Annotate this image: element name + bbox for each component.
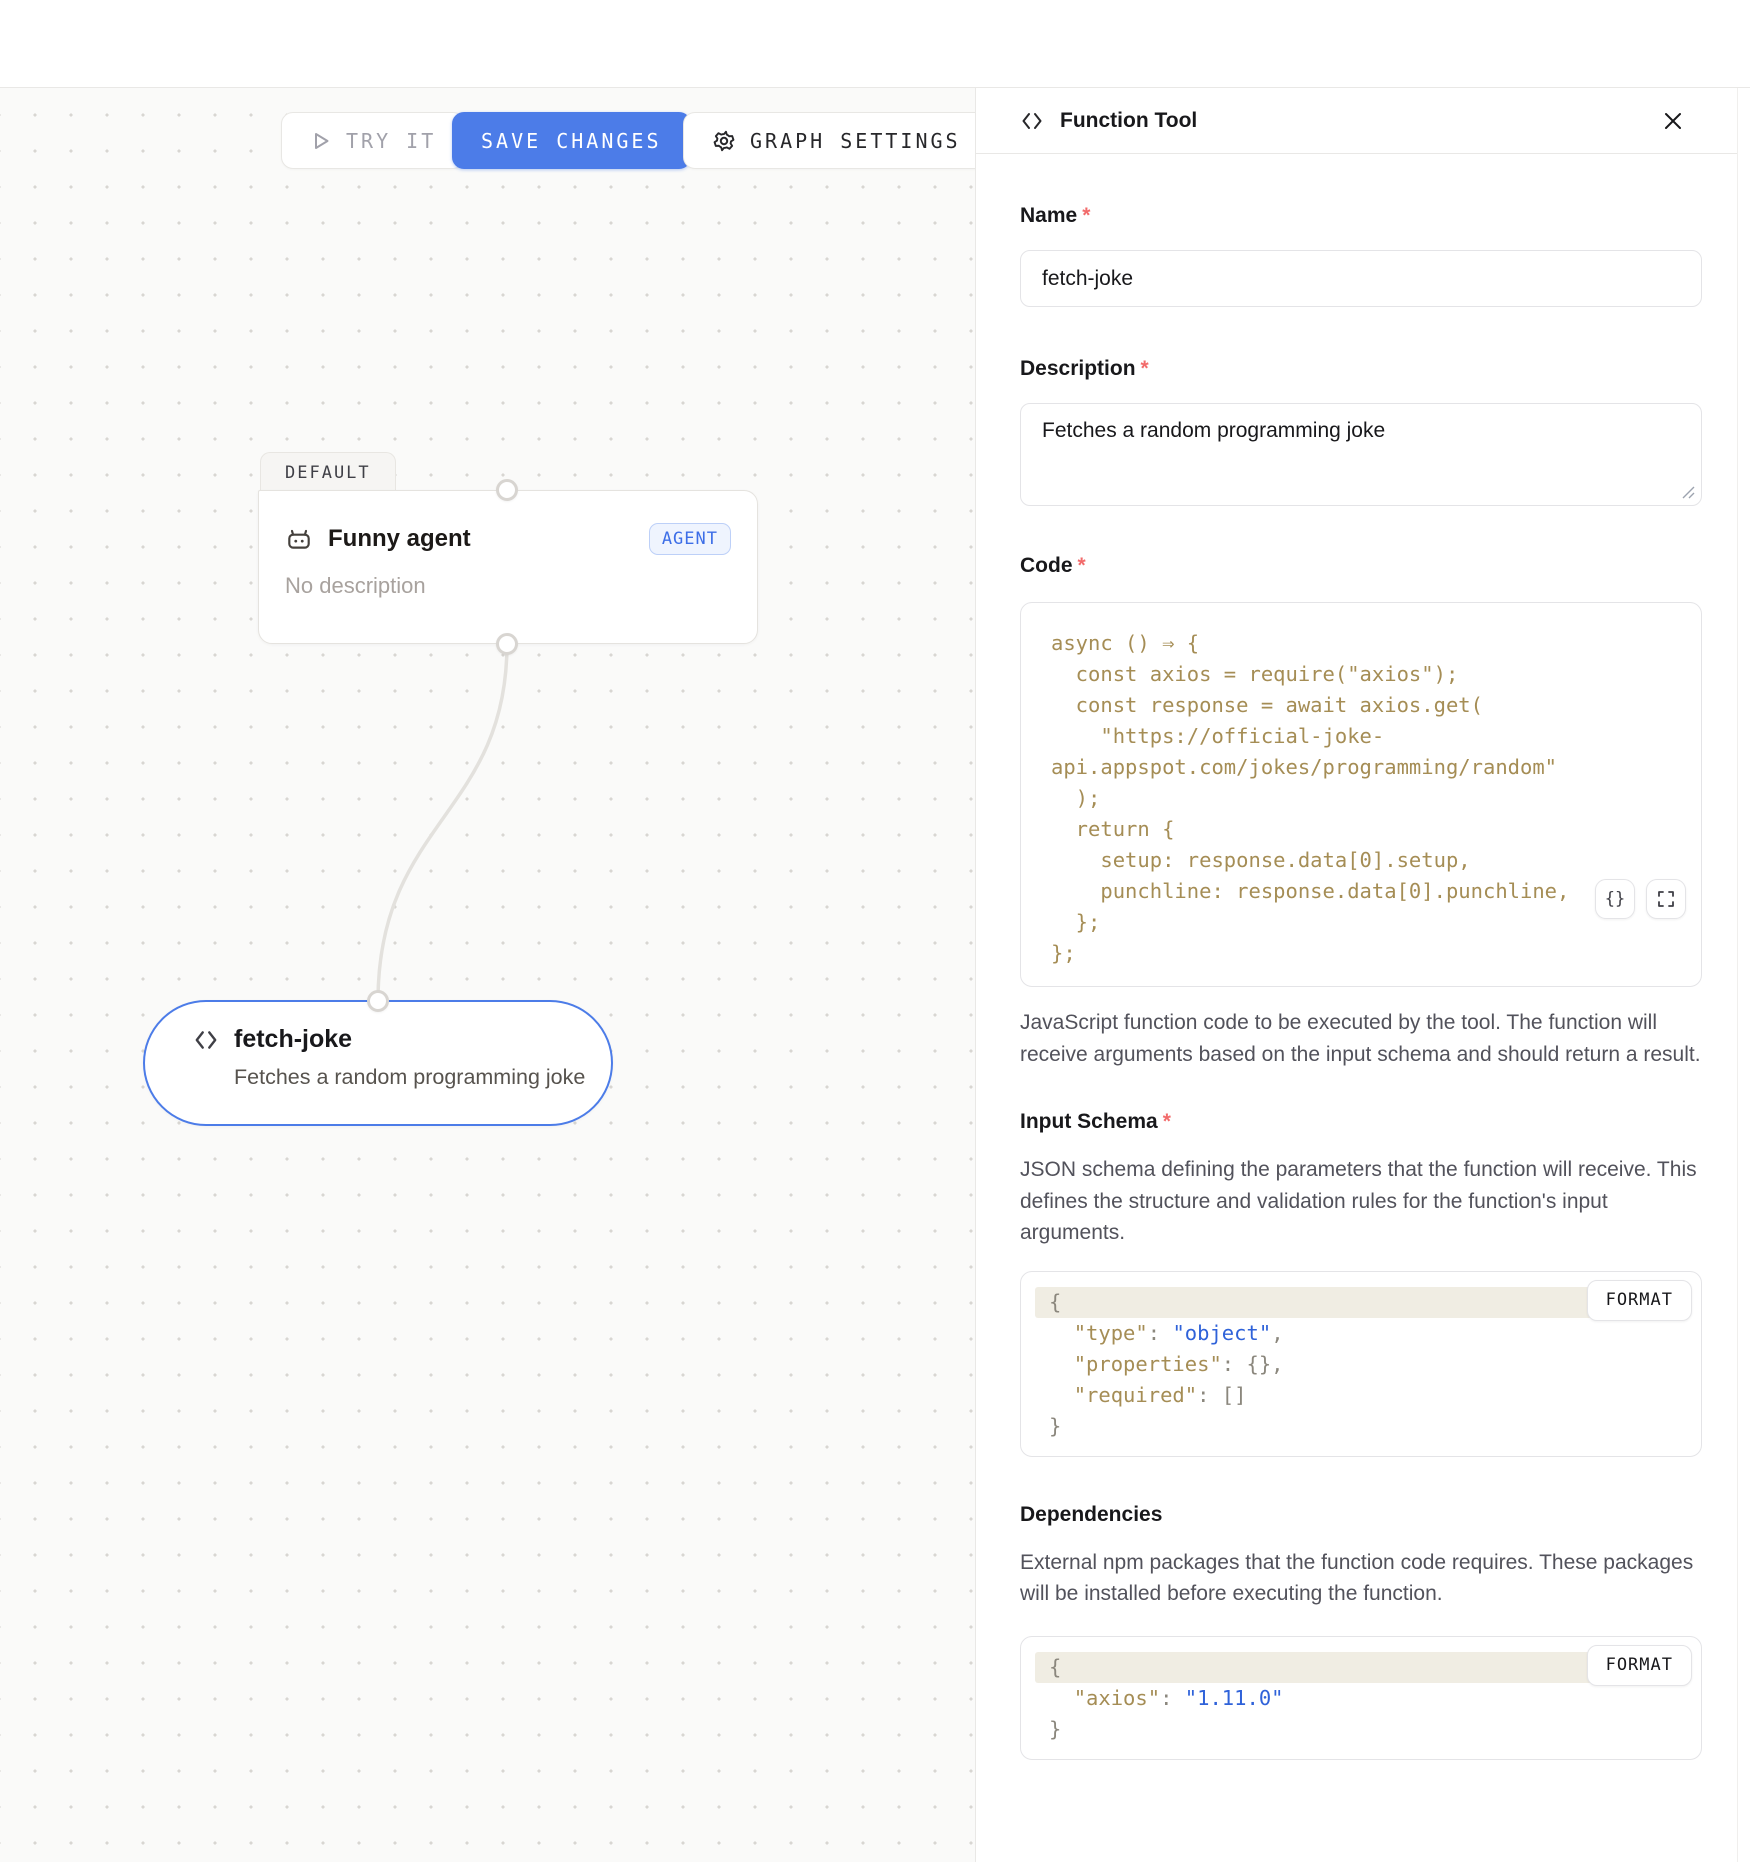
dependencies-help-text: External npm packages that the function …	[1020, 1547, 1702, 1610]
input-schema-editor[interactable]: FORMAT { "type": "object", "properties":…	[1020, 1271, 1702, 1457]
gear-icon	[712, 129, 736, 153]
input-schema-help-text: JSON schema defining the parameters that…	[1020, 1154, 1702, 1249]
code-help-text: JavaScript function code to be executed …	[1020, 1007, 1702, 1070]
agent-node[interactable]: Funny agent AGENT No description	[258, 490, 758, 644]
format-button[interactable]: FORMAT	[1587, 1280, 1692, 1321]
format-label: FORMAT	[1606, 1290, 1673, 1310]
play-icon	[310, 130, 332, 152]
graph-settings-button[interactable]: GRAPH SETTINGS	[683, 112, 975, 169]
try-it-button[interactable]: TRY IT	[281, 112, 465, 169]
try-it-label: TRY IT	[346, 129, 436, 153]
required-asterisk: *	[1163, 1110, 1171, 1133]
panel-scrollbar-gutter[interactable]	[1737, 88, 1750, 1862]
edge-connection	[0, 88, 975, 1862]
dependencies-label: Dependencies	[1020, 1503, 1702, 1527]
braces-button[interactable]: {}	[1595, 879, 1635, 919]
agent-output-handle[interactable]	[496, 633, 518, 655]
tool-input-handle[interactable]	[367, 990, 389, 1012]
agent-node-title: Funny agent	[328, 525, 471, 553]
robot-icon	[285, 525, 313, 553]
braces-label: {}	[1605, 889, 1625, 909]
function-tool-panel: Function Tool Name* Description* Fetches…	[975, 88, 1750, 1862]
group-tab-default: DEFAULT	[260, 452, 396, 492]
panel-header: Function Tool	[976, 88, 1750, 154]
dependencies-editor[interactable]: FORMAT { "axios": "1.11.0"}	[1020, 1636, 1702, 1760]
input-schema-label: Input Schema*	[1020, 1110, 1702, 1134]
description-label: Description*	[1020, 357, 1702, 381]
format-button[interactable]: FORMAT	[1587, 1645, 1692, 1686]
tool-node-title: fetch-joke	[234, 1025, 352, 1054]
agent-node-description: No description	[285, 573, 731, 599]
format-label: FORMAT	[1606, 1655, 1673, 1675]
save-changes-button[interactable]: SAVE CHANGES	[452, 112, 691, 169]
fullscreen-icon	[1657, 890, 1675, 908]
name-input[interactable]	[1020, 250, 1702, 307]
code-icon	[1020, 110, 1044, 132]
tool-node-fetch-joke[interactable]: fetch-joke Fetches a random programming …	[143, 1000, 613, 1126]
agent-type-badge: AGENT	[649, 523, 731, 555]
group-tab-label: DEFAULT	[285, 463, 371, 483]
code-label: Code*	[1020, 554, 1702, 578]
tool-node-description: Fetches a random programming joke	[193, 1065, 611, 1090]
graph-canvas[interactable]: TRY IT SAVE CHANGES GRAPH SETTINGS DEFAU…	[0, 88, 975, 1862]
code-icon	[193, 1028, 219, 1052]
graph-settings-label: GRAPH SETTINGS	[750, 129, 961, 153]
save-changes-label: SAVE CHANGES	[481, 129, 662, 153]
name-label: Name*	[1020, 204, 1702, 228]
required-asterisk: *	[1141, 357, 1149, 380]
code-editor[interactable]: async () ⇒ { const axios = require("axio…	[1020, 602, 1702, 987]
close-panel-button[interactable]	[1656, 104, 1690, 138]
description-textarea[interactable]: Fetches a random programming joke	[1020, 403, 1702, 506]
panel-title: Function Tool	[1060, 109, 1197, 133]
fullscreen-button[interactable]	[1646, 879, 1686, 919]
required-asterisk: *	[1082, 204, 1090, 227]
close-icon	[1661, 109, 1685, 133]
agent-input-handle[interactable]	[496, 479, 518, 501]
required-asterisk: *	[1078, 554, 1086, 577]
top-bar	[0, 0, 1750, 88]
